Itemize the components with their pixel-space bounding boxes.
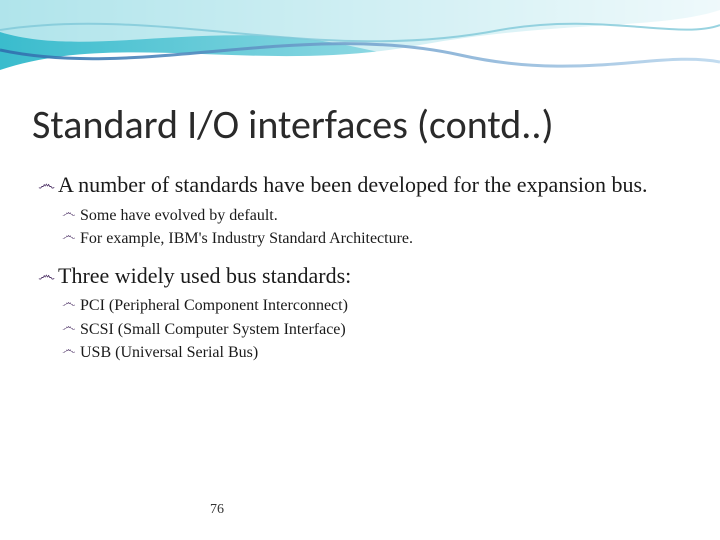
page-number: 76: [210, 502, 224, 518]
list-item: ෴ Three widely used bus standards:: [38, 262, 688, 290]
bullet-icon: ෴: [62, 320, 80, 337]
page-title: Standard I/O interfaces (contd..): [32, 100, 688, 149]
bullet-icon: ෴: [38, 174, 58, 196]
bullet-text: Three widely used bus standards:: [58, 262, 688, 290]
bullet-text: Some have evolved by default.: [80, 205, 688, 227]
bullet-text: USB (Universal Serial Bus): [80, 342, 688, 364]
bullet-icon: ෴: [62, 229, 80, 246]
list-item: ෴ SCSI (Small Computer System Interface): [62, 319, 688, 341]
bullet-icon: ෴: [38, 265, 58, 287]
bullet-icon: ෴: [62, 296, 80, 313]
bullet-text: PCI (Peripheral Component Interconnect): [80, 295, 688, 317]
slide-content: Standard I/O interfaces (contd..) ෴ A nu…: [32, 100, 688, 366]
list-item: ෴ USB (Universal Serial Bus): [62, 342, 688, 364]
bullet-text: SCSI (Small Computer System Interface): [80, 319, 688, 341]
bullet-text: A number of standards have been develope…: [58, 171, 688, 199]
bullet-icon: ෴: [62, 206, 80, 223]
bullet-text: For example, IBM's Industry Standard Arc…: [80, 228, 688, 250]
bullet-icon: ෴: [62, 343, 80, 360]
decorative-swoosh: [0, 0, 720, 90]
list-item: ෴ Some have evolved by default.: [62, 205, 688, 227]
list-item: ෴ PCI (Peripheral Component Interconnect…: [62, 295, 688, 317]
list-item: ෴ For example, IBM's Industry Standard A…: [62, 228, 688, 250]
list-item: ෴ A number of standards have been develo…: [38, 171, 688, 199]
